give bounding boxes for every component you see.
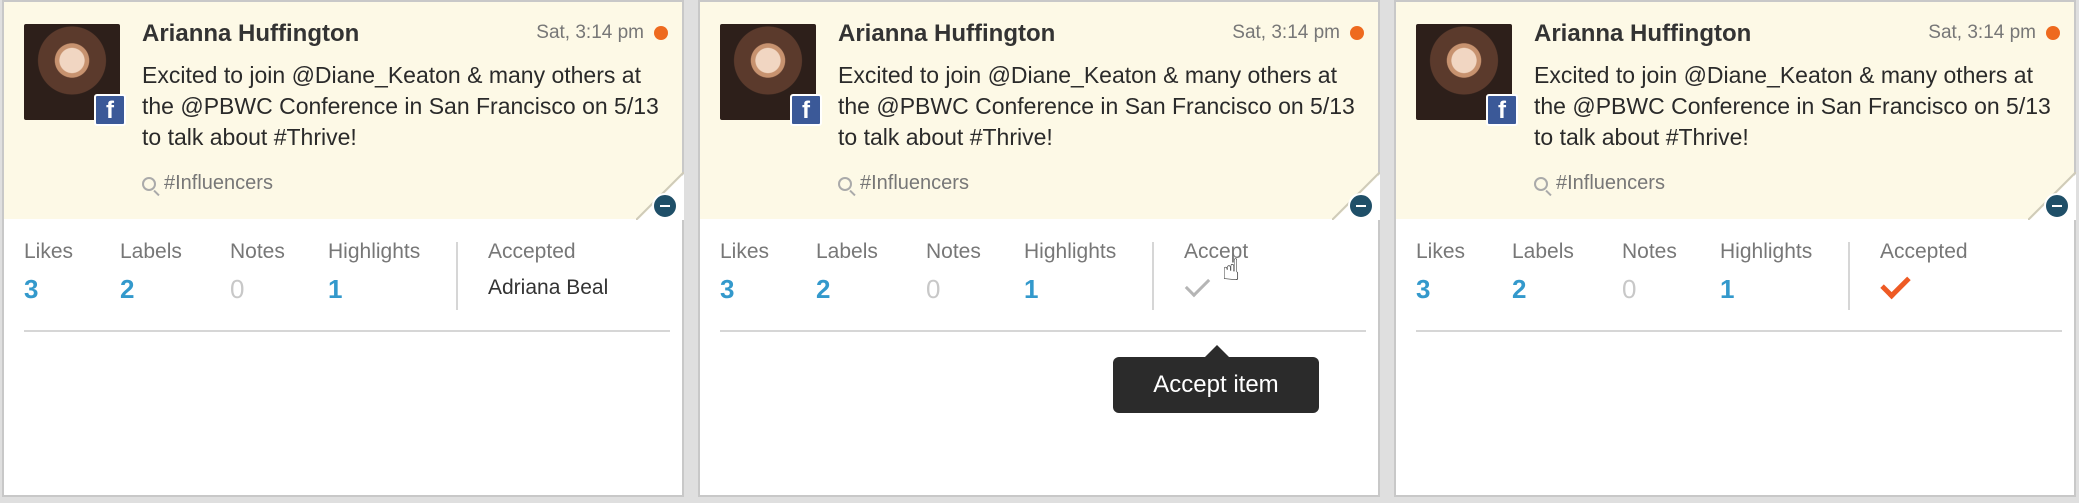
status-dot [654,26,668,40]
author-name[interactable]: Arianna Huffington [838,20,1055,48]
stats-row: Likes 3 Labels 2 Notes 0 Highlights 1 Ac… [24,240,670,332]
stat-label: Labels [120,240,182,263]
accepted-section: Accepted Adriana Beal [488,240,608,300]
stat-likes[interactable]: Likes 3 [24,240,73,305]
check-icon[interactable] [1184,278,1210,294]
stat-labels[interactable]: Labels 2 [1512,240,1574,305]
stat-labels[interactable]: Labels 2 [120,240,182,305]
search-icon [142,176,156,191]
stat-value: 1 [1720,274,1735,304]
tag-row[interactable]: #Influencers [838,172,969,195]
post-text: Excited to join @Diane_Keaton & many oth… [142,62,659,150]
post-text: Excited to join @Diane_Keaton & many oth… [1534,62,2051,150]
check-icon[interactable] [1880,278,1910,296]
tag-row[interactable]: #Influencers [142,172,273,195]
tag-label: #Influencers [1556,172,1665,194]
stat-labels[interactable]: Labels 2 [816,240,878,305]
stat-label: Highlights [328,240,421,263]
facebook-icon: f [1486,94,1518,126]
card-1: f Arianna Huffington Sat, 3:14 pm Excite… [2,0,684,497]
stat-likes[interactable]: Likes 3 [720,240,769,305]
tooltip: Accept item [1113,345,1319,413]
stat-notes[interactable]: Notes 0 [1622,240,1677,305]
stat-value: 2 [1512,274,1527,304]
divider [1152,242,1154,310]
status-dot [1350,26,1364,40]
card-3: f Arianna Huffington Sat, 3:14 pm Excite… [1394,0,2076,497]
stat-highlights[interactable]: Highlights 1 [328,240,420,305]
stats-row: Likes 3 Labels 2 Notes 0 Highlights 1 Ac… [720,240,1366,332]
accepted-label: Accepted [1880,240,1968,263]
stat-value: 0 [1622,274,1637,304]
stat-highlights[interactable]: Highlights 1 [1720,240,1812,305]
minus-icon[interactable] [2044,193,2070,219]
author-name[interactable]: Arianna Huffington [142,20,359,48]
stat-label: Notes [230,240,285,263]
tag-label: #Influencers [164,172,273,194]
stat-label: Likes [1416,240,1466,263]
stat-likes[interactable]: Likes 3 [1416,240,1465,305]
stat-value: 1 [1024,274,1039,304]
stat-label: Likes [24,240,74,263]
divider [1848,242,1850,310]
search-icon [838,176,852,191]
tag-row[interactable]: #Influencers [1534,172,1665,195]
stat-value: 0 [230,274,245,304]
stat-value: 3 [24,274,39,304]
status-dot [2046,26,2060,40]
stat-label: Labels [1512,240,1574,263]
divider [456,242,458,310]
accepted-label: Accepted [488,240,576,263]
stat-label: Notes [1622,240,1677,263]
search-icon [1534,176,1548,191]
stat-value: 2 [120,274,135,304]
author-name[interactable]: Arianna Huffington [1534,20,1751,48]
minus-icon[interactable] [652,193,678,219]
stats-row: Likes 3 Labels 2 Notes 0 Highlights 1 Ac… [1416,240,2062,332]
post-time: Sat, 3:14 pm [536,22,644,43]
facebook-icon: f [790,94,822,126]
accept-section[interactable]: Accept ☝ [1184,240,1248,294]
stat-label: Notes [926,240,981,263]
stat-highlights[interactable]: Highlights 1 [1024,240,1116,305]
stat-value: 2 [816,274,831,304]
stat-label: Labels [816,240,878,263]
facebook-icon: f [94,94,126,126]
stat-value: 0 [926,274,941,304]
stat-value: 3 [720,274,735,304]
stat-value: 1 [328,274,343,304]
accepted-by: Adriana Beal [488,276,609,299]
post-time: Sat, 3:14 pm [1928,22,2036,43]
stat-label: Highlights [1024,240,1117,263]
stat-label: Likes [720,240,770,263]
stat-notes[interactable]: Notes 0 [926,240,981,305]
tag-label: #Influencers [860,172,969,194]
card-2: f Arianna Huffington Sat, 3:14 pm Excite… [698,0,1380,497]
hand-cursor-icon: ☝ [1222,254,1241,287]
minus-icon[interactable] [1348,193,1374,219]
stat-value: 3 [1416,274,1431,304]
stat-notes[interactable]: Notes 0 [230,240,285,305]
accepted-section[interactable]: Accepted [1880,240,1968,296]
post-text: Excited to join @Diane_Keaton & many oth… [838,62,1355,150]
post-time: Sat, 3:14 pm [1232,22,1340,43]
stat-label: Highlights [1720,240,1813,263]
